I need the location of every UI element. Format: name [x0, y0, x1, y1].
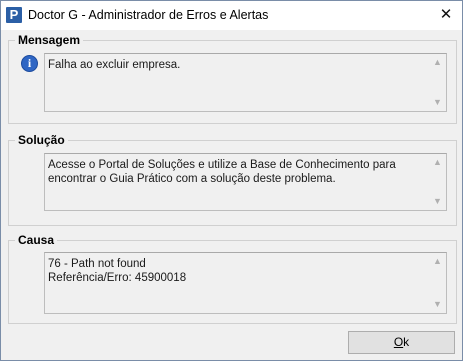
title-bar[interactable]: P Doctor G - Administrador de Erros e Al…: [1, 1, 462, 30]
mensagem-text: Falha ao excluir empresa.: [48, 59, 181, 71]
solucao-text: Acesse o Portal de Soluções e utilize a …: [48, 159, 396, 185]
close-button[interactable]: ✕: [433, 5, 459, 25]
solucao-scrollbar[interactable]: ▲ ▼: [429, 154, 446, 210]
dialog-window: P Doctor G - Administrador de Erros e Al…: [0, 0, 463, 361]
causa-textbox[interactable]: 76 - Path not found Referência/Erro: 459…: [44, 252, 447, 314]
causa-group-title: Causa: [15, 233, 58, 247]
causa-group: Causa 76 - Path not found Referência/Err…: [8, 233, 457, 324]
solucao-group-title: Solução: [15, 133, 68, 147]
scroll-down-arrow-icon[interactable]: ▼: [429, 193, 446, 210]
app-logo-icon: P: [6, 7, 22, 23]
causa-text: 76 - Path not found Referência/Erro: 459…: [48, 257, 426, 285]
scroll-down-arrow-icon[interactable]: ▼: [429, 296, 446, 313]
ok-button[interactable]: Ok: [348, 331, 455, 354]
solucao-group: Solução Acesse o Portal de Soluções e ut…: [8, 133, 457, 226]
app-logo-letter: P: [9, 7, 19, 22]
ok-button-label: k: [403, 335, 410, 349]
mensagem-group-title: Mensagem: [15, 33, 84, 47]
scroll-up-arrow-icon[interactable]: ▲: [429, 54, 446, 71]
scroll-down-arrow-icon[interactable]: ▼: [429, 94, 446, 111]
scroll-up-arrow-icon[interactable]: ▲: [429, 253, 446, 270]
causa-reference-line: Referência/Erro: 45900018: [48, 272, 187, 284]
solucao-textbox[interactable]: Acesse o Portal de Soluções e utilize a …: [44, 153, 447, 211]
ok-button-mnemonic: O: [393, 335, 404, 349]
mensagem-group: Mensagem i Falha ao excluir empresa. ▲ ▼: [8, 33, 457, 124]
causa-error-line: 76 - Path not found: [48, 258, 146, 270]
window-title: Doctor G - Administrador de Erros e Aler…: [28, 8, 269, 22]
scroll-up-arrow-icon[interactable]: ▲: [429, 154, 446, 171]
mensagem-textbox[interactable]: Falha ao excluir empresa. ▲ ▼: [44, 53, 447, 112]
causa-scrollbar[interactable]: ▲ ▼: [429, 253, 446, 313]
mensagem-scrollbar[interactable]: ▲ ▼: [429, 54, 446, 111]
info-icon: i: [21, 55, 38, 72]
